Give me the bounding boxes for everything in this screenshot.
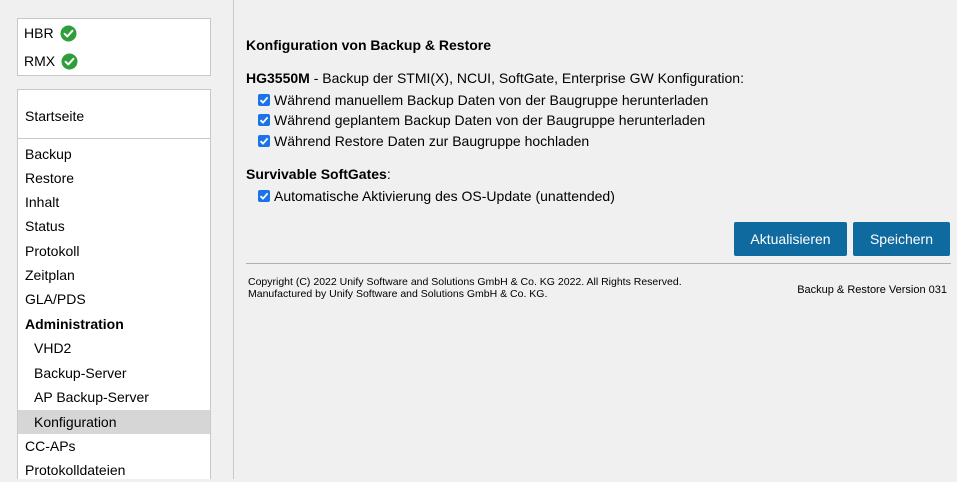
status-hbr: HBR [24,23,77,43]
nav-item-cc-aps[interactable]: CC-APs [18,434,210,458]
nav-item-protokoll[interactable]: Protokoll [18,239,210,263]
nav-item-vhd2[interactable]: VHD2 [18,336,210,360]
nav-item-backup-server[interactable]: Backup-Server [18,361,210,385]
nav-item-konfiguration[interactable]: Konfiguration [18,410,210,434]
status-rmx-label: RMX [24,53,56,69]
nav-item-protokolldateien[interactable]: Protokolldateien [18,458,210,482]
option-restore-upload[interactable]: Während Restore Daten zur Baugruppe hoch… [258,131,589,151]
sidebar-nav: Startseite Backup Restore Inhalt Status … [17,89,211,479]
check-circle-icon [61,53,78,70]
status-hbr-label: HBR [24,25,54,41]
option-manual-backup[interactable]: Während manuellem Backup Daten von der B… [258,90,708,110]
softgates-heading: Survivable SoftGates: [246,166,391,182]
checkbox-restore-upload[interactable] [258,135,270,147]
checkbox-planned-backup[interactable] [258,114,270,126]
copyright-line-1: Copyright (C) 2022 Unify Software and So… [248,276,682,288]
page-title: Konfiguration von Backup & Restore [246,37,492,53]
nav-item-restore[interactable]: Restore [18,166,210,190]
copyright-line-2: Manufactured by Unify Software and Solut… [248,288,548,300]
nav-item-startseite[interactable]: Startseite [18,104,210,128]
save-button[interactable]: Speichern [853,222,950,256]
option-manual-backup-label: Während manuellem Backup Daten von der B… [274,92,709,108]
version-label: Backup & Restore Version 031 [797,284,947,296]
hg-heading: HG3550M - Backup der STMI(X), NCUI, Soft… [246,70,744,86]
copyright: Copyright (C) 2022 Unify Software and So… [248,276,748,300]
option-planned-backup[interactable]: Während geplantem Backup Daten von der B… [258,110,705,130]
nav-item-status[interactable]: Status [18,214,210,238]
option-auto-os-update-label: Automatische Aktivierung des OS-Update (… [274,188,615,204]
refresh-button[interactable]: Aktualisieren [734,222,847,256]
status-panel: HBR RMX [17,18,211,76]
nav-item-inhalt[interactable]: Inhalt [18,190,210,214]
hg-model: HG3550M [246,70,310,86]
nav-item-zeitplan[interactable]: Zeitplan [18,263,210,287]
nav-item-ap-backup-server[interactable]: AP Backup-Server [18,385,210,409]
status-rmx: RMX [24,51,78,71]
nav-item-gla-pds[interactable]: GLA/PDS [18,287,210,311]
checkbox-auto-os-update[interactable] [258,190,270,202]
option-restore-upload-label: Während Restore Daten zur Baugruppe hoch… [274,133,590,149]
nav-item-backup[interactable]: Backup [18,142,210,166]
nav-item-administration[interactable]: Administration [18,312,210,336]
hg-description: - Backup der STMI(X), NCUI, SoftGate, En… [309,70,744,86]
check-circle-icon [60,25,77,42]
option-planned-backup-label: Während geplantem Backup Daten von der B… [274,112,706,128]
footer-divider [246,263,951,264]
vertical-divider [233,0,234,479]
option-auto-os-update[interactable]: Automatische Aktivierung des OS-Update (… [258,186,615,206]
softgates-colon: : [386,166,391,182]
softgates-title: Survivable SoftGates [246,166,387,182]
nav-divider [18,138,210,139]
checkbox-manual-backup[interactable] [258,94,270,106]
